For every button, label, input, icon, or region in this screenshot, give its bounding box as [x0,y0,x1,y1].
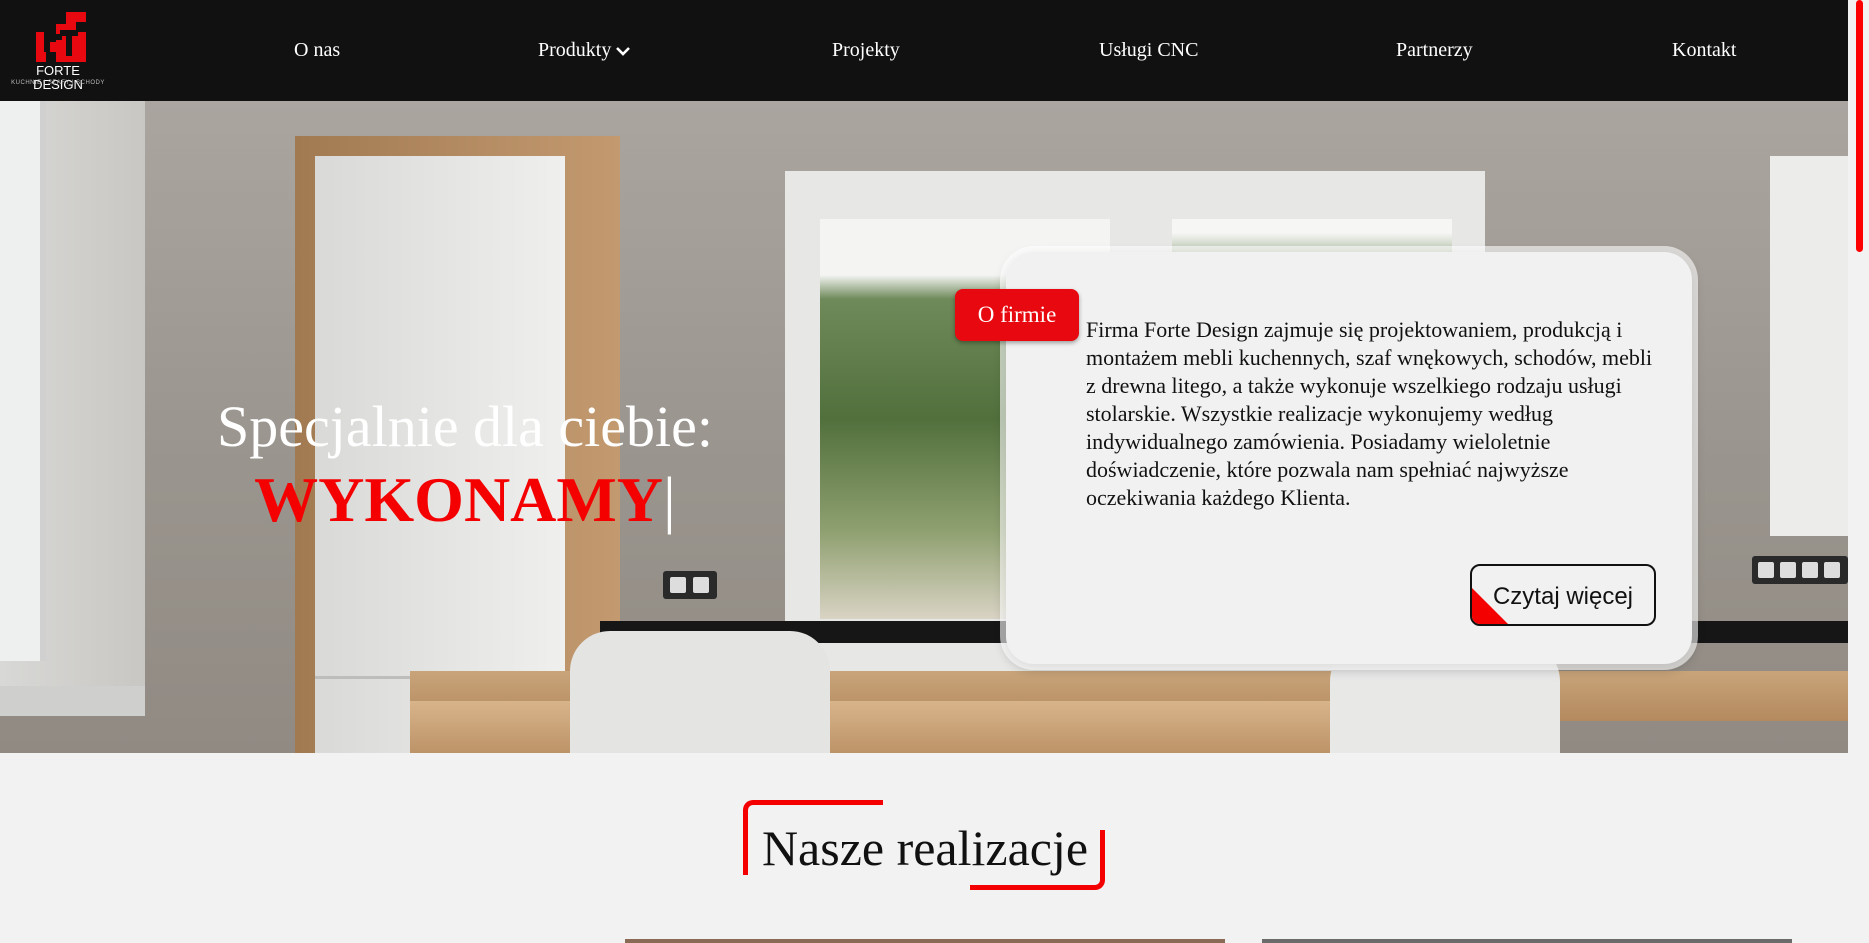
hero-photo-socket [1752,556,1848,584]
chevron-down-icon [616,47,631,57]
nav-item-uslugi-cnc[interactable]: Usługi CNC [1099,38,1198,62]
hero-typed-word: WYKONAMY| [150,465,780,535]
typing-caret: | [663,464,676,535]
hero-photo-chair [570,631,830,753]
nav-item-produkty-label: Produkty [538,39,612,61]
section-title: Nasze realizacje [761,820,1089,876]
hero-photo-right-cabinet [1770,156,1848,536]
hero-photo-sill [0,686,145,716]
gallery-thumbnail[interactable] [1262,939,1792,943]
nav-item-partnerzy[interactable]: Partnerzy [1396,38,1473,62]
nav-item-kontakt[interactable]: Kontakt [1672,38,1736,62]
scrollbar-thumb[interactable] [1856,0,1863,252]
about-badge: O firmie [955,289,1079,341]
nav-item-o-nas[interactable]: O nas [294,38,340,62]
hero-photo-left-window [0,101,46,661]
read-more-label: Czytaj więcej [1492,583,1634,610]
nav-item-projekty[interactable]: Projekty [832,38,900,62]
realizations-heading: Nasze realizacje [740,790,1110,900]
page-scrollbar[interactable] [1848,0,1869,943]
brand-name: FORTE DESIGN [33,63,83,92]
read-more-button[interactable]: Czytaj więcej [1470,564,1656,626]
top-navigation: FORTE DESIGN KUCHNIE | SZAFY | SCHODY O … [0,0,1848,102]
nav-item-produkty[interactable]: Produkty [538,38,631,62]
hero-photo-table [410,701,1410,753]
hero-title: Specjalnie dla ciebie: [216,394,713,459]
brand-tagline: KUCHNIE | SZAFY | SCHODY [11,80,105,86]
about-text: Firma Forte Design zajmuje się projektow… [1086,317,1653,510]
hero-photo-socket [663,571,717,599]
logo-mark-icon [36,12,86,62]
hero-typed-word-text: WYKONAMY [254,464,664,535]
gallery-thumbnail[interactable] [625,939,1225,943]
forte-design-logo[interactable]: FORTE DESIGN KUCHNIE | SZAFY | SCHODY [10,12,106,92]
